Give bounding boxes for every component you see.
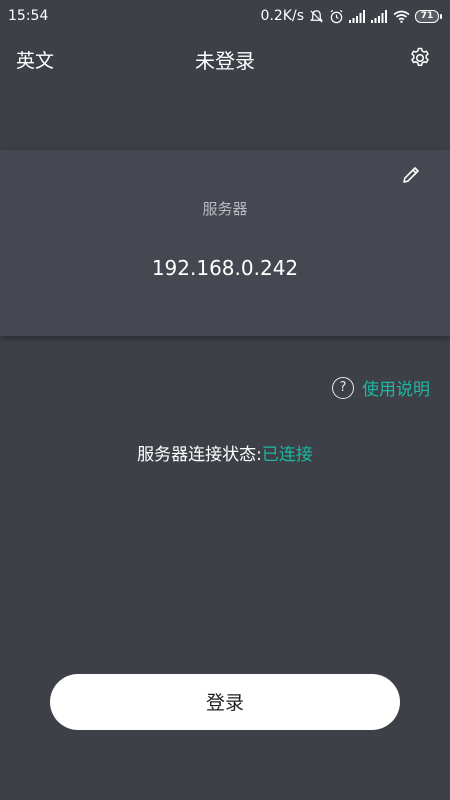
net-speed: 0.2K/s xyxy=(260,8,304,24)
help-label: 使用说明 xyxy=(362,380,430,400)
battery-level: 71 xyxy=(415,9,439,23)
server-label: 服务器 xyxy=(202,200,248,218)
connection-status-label: 服务器连接状态: xyxy=(137,445,262,465)
gear-icon[interactable] xyxy=(408,46,432,70)
server-address: 192.168.0.242 xyxy=(151,256,299,280)
app-screen: 15:54 0.2K/s 71 英文 未登录 服务器 192.168.0.242… xyxy=(0,0,450,800)
page-title: 未登录 xyxy=(195,49,255,73)
server-card: 服务器 192.168.0.242 xyxy=(0,150,450,336)
status-time: 15:54 xyxy=(8,8,49,24)
alarm-clock-icon xyxy=(329,9,344,24)
question-circle-icon: ? xyxy=(332,376,354,399)
battery-icon: 71 xyxy=(415,9,442,23)
app-header: 英文 未登录 xyxy=(0,36,450,84)
status-icons: 0.2K/s 71 xyxy=(261,8,442,24)
connection-status-value: 已连接 xyxy=(261,445,313,465)
help-link[interactable]: ? 使用说明 xyxy=(332,375,430,400)
pencil-icon[interactable] xyxy=(400,164,422,186)
mute-alarm-icon xyxy=(309,9,324,24)
wifi-icon xyxy=(393,10,410,23)
status-bar: 15:54 0.2K/s 71 xyxy=(0,0,450,32)
signal-icon xyxy=(371,9,388,23)
signal-icon xyxy=(349,9,366,23)
login-button[interactable]: 登录 xyxy=(50,674,400,730)
connection-status: 服务器连接状态:已连接 xyxy=(0,440,450,465)
